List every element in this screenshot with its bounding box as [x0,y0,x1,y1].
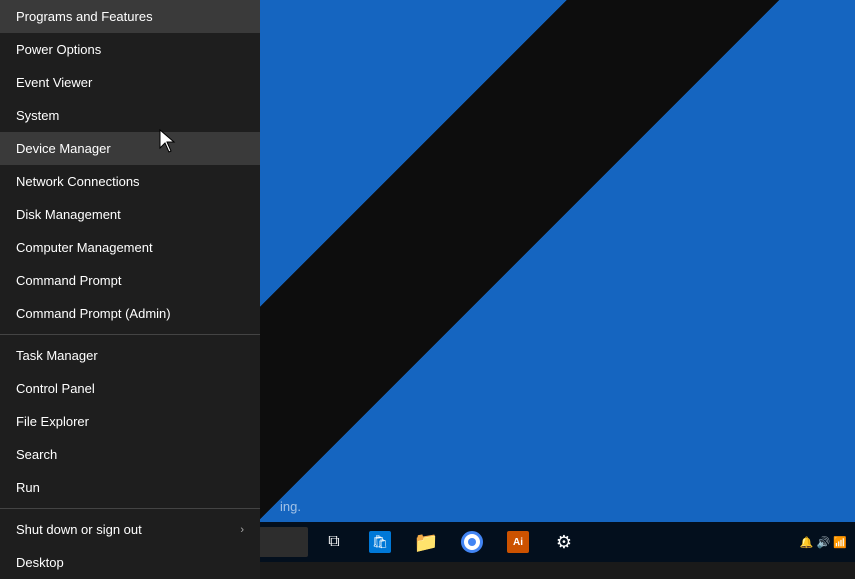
store-icon: 🛍 [369,531,391,553]
menu-item-control-panel[interactable]: Control Panel [0,372,260,405]
menu-item-label: File Explorer [16,414,89,429]
menu-item-command-prompt-admin[interactable]: Command Prompt (Admin) [0,297,260,330]
menu-item-programs-features[interactable]: Programs and Features [0,0,260,33]
tray-icons: 🔔 🔊 📶 [800,536,847,549]
menu-item-label: Disk Management [16,207,121,222]
menu-item-label: Event Viewer [16,75,92,90]
menu-item-shut-down[interactable]: Shut down or sign out › [0,513,260,546]
task-view-button[interactable]: ⧉ [312,522,356,562]
menu-item-network-connections[interactable]: Network Connections [0,165,260,198]
illustrator-button[interactable]: Ai [496,522,540,562]
menu-item-label: Programs and Features [16,9,153,24]
menu-item-computer-management[interactable]: Computer Management [0,231,260,264]
menu-item-run[interactable]: Run [0,471,260,504]
menu-item-label: Run [16,480,40,495]
files-icon: 📁 [414,530,439,555]
context-menu: Programs and Features Power Options Event … [0,0,260,579]
menu-divider [0,508,260,509]
menu-item-desktop[interactable]: Desktop [0,546,260,579]
menu-item-label: System [16,108,59,123]
menu-item-label: Network Connections [16,174,140,189]
menu-item-command-prompt[interactable]: Command Prompt [0,264,260,297]
taskbar-apps: ⧉ 🛍 📁 Ai ⚙ [312,522,586,562]
menu-item-label: Computer Management [16,240,153,255]
files-button[interactable]: 📁 [404,522,448,562]
menu-item-device-manager[interactable]: Device Manager [0,132,260,165]
menu-item-label: Desktop [16,555,64,570]
menu-item-label: Device Manager [16,141,111,156]
menu-divider [0,334,260,335]
menu-item-power-options[interactable]: Power Options [0,33,260,66]
menu-item-event-viewer[interactable]: Event Viewer [0,66,260,99]
desktop-partial-text: ing. [280,499,301,514]
store-button[interactable]: 🛍 [358,522,402,562]
menu-item-label: Shut down or sign out [16,522,142,537]
task-view-icon: ⧉ [328,533,339,551]
settings-button[interactable]: ⚙ [542,522,586,562]
menu-item-task-manager[interactable]: Task Manager [0,339,260,372]
chrome-icon [461,531,483,553]
settings-gear-icon: ⚙ [556,532,572,553]
menu-item-label: Control Panel [16,381,95,396]
illustrator-icon: Ai [507,531,529,553]
menu-item-system[interactable]: System [0,99,260,132]
menu-item-label: Command Prompt (Admin) [16,306,171,321]
menu-item-label: Command Prompt [16,273,121,288]
menu-item-disk-management[interactable]: Disk Management [0,198,260,231]
menu-item-file-explorer[interactable]: File Explorer [0,405,260,438]
menu-item-label: Power Options [16,42,101,57]
menu-item-search[interactable]: Search [0,438,260,471]
chrome-button[interactable] [450,522,494,562]
menu-item-label: Task Manager [16,348,98,363]
submenu-arrow-icon: › [240,524,244,536]
menu-item-label: Search [16,447,57,462]
system-tray: 🔔 🔊 📶 [800,536,855,549]
